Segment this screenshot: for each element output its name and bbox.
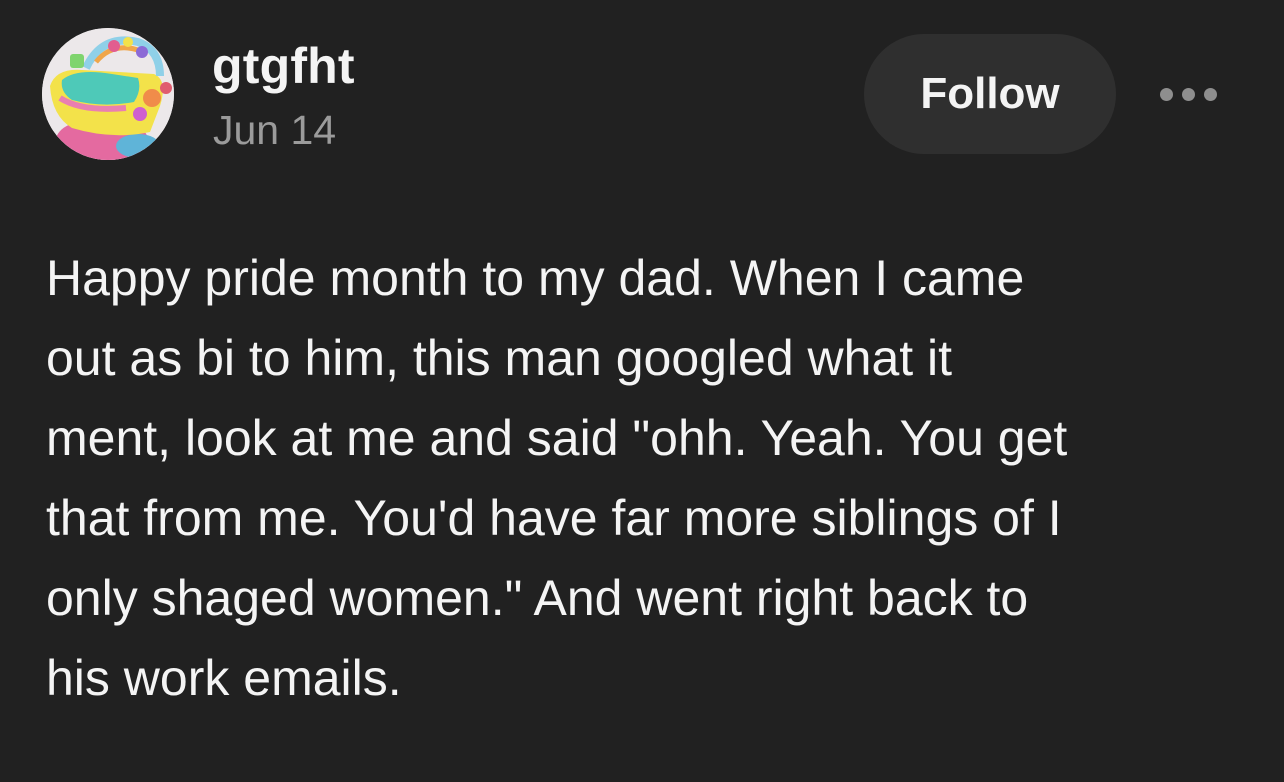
more-horizontal-icon-dot xyxy=(1181,87,1195,101)
post-body-line: that from me. You'd have far more siblin… xyxy=(46,490,1062,546)
post-body-line: ment, look at me and said "ohh. Yeah. Yo… xyxy=(46,410,1068,466)
more-horizontal-icon-dot xyxy=(1203,87,1217,101)
more-horizontal-icon xyxy=(1159,87,1173,101)
post-body-line: only shaged women." And went right back … xyxy=(46,570,1029,626)
username[interactable]: gtgfht xyxy=(212,38,355,94)
post-body-line: out as bi to him, this man googled what … xyxy=(46,330,953,386)
follow-button[interactable]: Follow xyxy=(864,34,1116,154)
avatar-image xyxy=(42,28,174,160)
post-body: Happy pride month to my dad. When I came… xyxy=(46,238,1246,718)
post-body-line: Happy pride month to my dad. When I came xyxy=(46,250,1025,306)
post-date: Jun 14 xyxy=(213,107,337,153)
avatar[interactable] xyxy=(42,28,174,160)
more-options-button[interactable] xyxy=(1150,74,1226,114)
post-card: gtgfht Jun 14 Follow Happy pride month t… xyxy=(0,0,1284,782)
post-body-line: his work emails. xyxy=(46,650,402,706)
